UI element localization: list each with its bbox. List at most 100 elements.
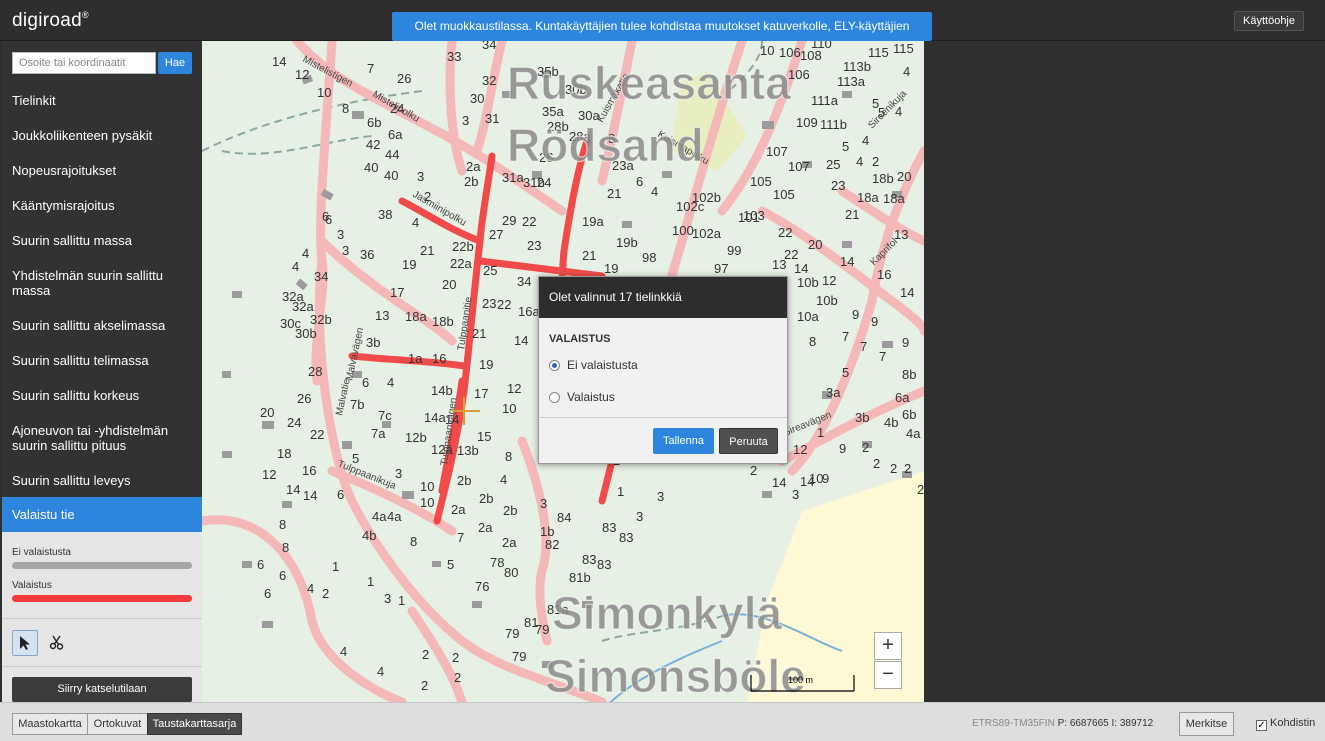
svg-text:21: 21	[607, 186, 621, 201]
svg-text:14: 14	[900, 285, 914, 300]
option-lighting[interactable]: Valaistus	[549, 390, 615, 404]
svg-text:17: 17	[390, 285, 404, 300]
svg-text:12b: 12b	[405, 430, 427, 445]
svg-text:24: 24	[287, 415, 301, 430]
svg-text:3: 3	[792, 487, 799, 502]
sidebar-item-tielinkit[interactable]: Tielinkit	[2, 93, 202, 108]
svg-text:22a: 22a	[450, 256, 472, 271]
svg-text:24: 24	[537, 175, 551, 190]
search-input[interactable]	[12, 52, 156, 74]
svg-text:4: 4	[307, 581, 314, 596]
bg-layer-terrain[interactable]: Maastokartta	[12, 713, 88, 735]
svg-text:6: 6	[337, 487, 344, 502]
sidebar-item-axle-mass[interactable]: Suurin sallittu akselimassa	[2, 318, 202, 333]
svg-text:9: 9	[902, 335, 909, 350]
svg-text:78: 78	[490, 555, 504, 570]
svg-text:18a: 18a	[883, 191, 905, 206]
svg-text:34: 34	[517, 274, 531, 289]
svg-text:21: 21	[472, 326, 486, 341]
svg-text:3: 3	[657, 489, 664, 504]
svg-text:6b: 6b	[367, 115, 381, 130]
help-button[interactable]: Käyttöohje	[1234, 11, 1304, 31]
svg-text:100: 100	[672, 223, 694, 238]
svg-text:1: 1	[398, 593, 405, 608]
svg-text:22: 22	[497, 297, 511, 312]
svg-text:6: 6	[264, 586, 271, 601]
svg-text:3: 3	[417, 169, 424, 184]
svg-text:82: 82	[545, 537, 559, 552]
svg-text:44: 44	[385, 147, 399, 162]
sidebar-item-bogie-mass[interactable]: Suurin sallittu telimassa	[2, 353, 202, 368]
projection-label: ETRS89-TM35FIN	[972, 718, 1055, 729]
svg-text:1: 1	[332, 559, 339, 574]
svg-text:4: 4	[856, 154, 863, 169]
svg-text:40: 40	[364, 160, 378, 175]
svg-text:10a: 10a	[797, 309, 819, 324]
switch-to-view-mode-button[interactable]: Siirry katselutilaan	[12, 677, 192, 702]
scissors-icon[interactable]	[44, 630, 70, 656]
svg-text:4: 4	[340, 644, 347, 659]
sidebar-item-max-height[interactable]: Suurin sallittu korkeus	[2, 388, 202, 403]
crosshair-toggle[interactable]: ✓ Kohdistin	[1256, 717, 1315, 731]
bg-layer-ortho[interactable]: Ortokuvat	[87, 713, 148, 735]
svg-text:3: 3	[395, 466, 402, 481]
radio-lighting[interactable]	[549, 392, 560, 403]
svg-text:12: 12	[507, 381, 521, 396]
sidebar-item-lit-road[interactable]: Valaistu tie	[2, 497, 202, 532]
sidebar-item-combination-mass[interactable]: Yhdistelmän suurin sallittu massa	[2, 268, 202, 298]
sidebar-item-max-mass[interactable]: Suurin sallittu massa	[2, 233, 202, 248]
save-button[interactable]: Tallenna	[653, 428, 714, 454]
coordinate-readout: ETRS89-TM35FIN P: 6687665 I: 389712	[972, 718, 1153, 729]
svg-text:14: 14	[772, 475, 786, 490]
svg-text:6b: 6b	[902, 407, 916, 422]
svg-text:98: 98	[642, 250, 656, 265]
svg-text:12: 12	[262, 467, 276, 482]
svg-text:12: 12	[295, 67, 309, 82]
zoom-out-button[interactable]: −	[874, 661, 902, 689]
p-value: 6687665	[1069, 718, 1109, 729]
svg-text:2a: 2a	[451, 502, 466, 517]
svg-text:23: 23	[527, 238, 541, 253]
svg-text:9: 9	[871, 314, 878, 329]
svg-text:8: 8	[809, 334, 816, 349]
cursor-arrow-icon[interactable]	[12, 630, 38, 656]
option-label: Valaistus	[567, 390, 615, 404]
zoom-in-button[interactable]: +	[874, 632, 902, 660]
crosshair-checkbox[interactable]: ✓	[1256, 720, 1267, 731]
svg-text:32: 32	[482, 73, 496, 88]
svg-text:8: 8	[410, 534, 417, 549]
svg-text:2a: 2a	[466, 159, 481, 174]
sidebar-item-turn-restriction[interactable]: Kääntymisrajoitus	[2, 198, 202, 213]
radio-no-lighting[interactable]	[549, 360, 560, 371]
svg-text:10: 10	[317, 85, 331, 100]
svg-text:13: 13	[894, 227, 908, 242]
svg-text:19a: 19a	[582, 214, 604, 229]
mark-button[interactable]: Merkitse	[1179, 712, 1234, 736]
sidebar-item-bus-stops[interactable]: Joukkoliikenteen pysäkit	[2, 128, 202, 143]
svg-text:18a: 18a	[405, 309, 427, 324]
svg-text:2: 2	[750, 463, 757, 478]
svg-text:109: 109	[796, 115, 818, 130]
svg-text:4: 4	[903, 64, 910, 79]
bg-layer-background-series[interactable]: Taustakarttasarja	[147, 713, 242, 735]
svg-text:83: 83	[582, 552, 596, 567]
sidebar-item-speed-limits[interactable]: Nopeusrajoitukset	[2, 163, 202, 178]
option-no-lighting[interactable]: Ei valaistusta	[549, 358, 638, 372]
cancel-button[interactable]: Peruuta	[719, 428, 778, 454]
svg-text:6: 6	[362, 375, 369, 390]
svg-text:2: 2	[862, 440, 869, 455]
search-button[interactable]: Hae	[158, 52, 192, 74]
sidebar-item-max-width[interactable]: Suurin sallittu leveys	[2, 473, 202, 488]
sidebar-item-max-length[interactable]: Ajoneuvon tai -yhdistelmän suurin sallit…	[2, 423, 202, 453]
svg-text:8: 8	[505, 449, 512, 464]
edit-mode-notice: Olet muokkaustilassa. Kuntakäyttäjien tu…	[392, 12, 932, 62]
svg-text:2b: 2b	[503, 503, 517, 518]
svg-text:81b: 81b	[569, 570, 591, 585]
crosshair-label: Kohdistin	[1270, 717, 1316, 729]
svg-text:2b: 2b	[479, 491, 493, 506]
svg-text:2b: 2b	[464, 174, 478, 189]
svg-text:19: 19	[604, 261, 618, 276]
svg-text:14: 14	[800, 474, 814, 489]
svg-text:13: 13	[375, 308, 389, 323]
svg-text:14: 14	[286, 482, 300, 497]
